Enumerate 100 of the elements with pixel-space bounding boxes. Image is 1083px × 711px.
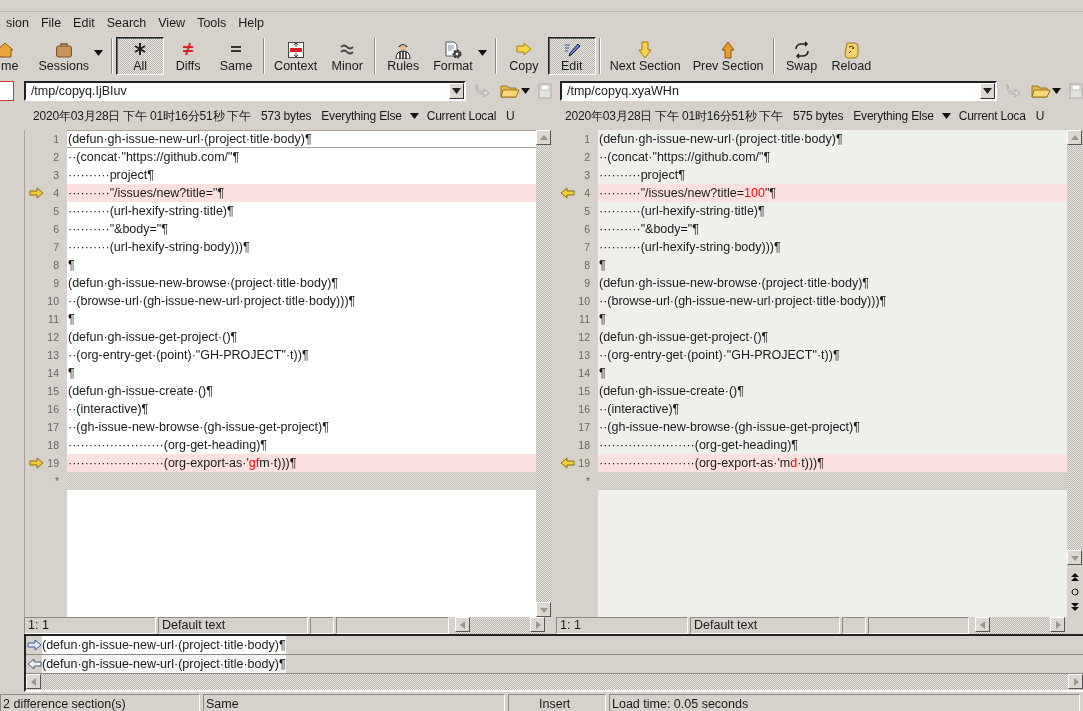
open-folder-button[interactable] bbox=[1031, 83, 1061, 99]
format-dropdown[interactable]: Everything Else bbox=[321, 109, 419, 123]
line-number: 11 bbox=[48, 313, 59, 325]
toolbar-button[interactable]: Next Section bbox=[603, 37, 687, 75]
encoding-label: Current Loca bbox=[958, 109, 1026, 123]
line-number: 1 bbox=[53, 133, 59, 145]
save-icon bbox=[538, 83, 552, 99]
line-number: 12 bbox=[47, 331, 59, 343]
scroll-left-button[interactable] bbox=[975, 617, 990, 632]
text-type-label: Default text bbox=[690, 617, 840, 634]
format-dropdown[interactable]: Everything Else bbox=[853, 109, 951, 123]
circle-icon bbox=[1071, 588, 1079, 596]
folder-icon bbox=[500, 83, 520, 99]
menu-item[interactable]: Search bbox=[100, 13, 153, 33]
toolbar-button[interactable]: Rules bbox=[379, 37, 428, 75]
date-label: 2020年03月28日 下午 01时16分51秒 下午 bbox=[33, 107, 252, 125]
toolbar-button[interactable]: All bbox=[116, 37, 165, 75]
scroll-up-button[interactable] bbox=[1067, 130, 1082, 145]
toolbar-button[interactable]: Same bbox=[212, 37, 261, 75]
left-arrow-icon bbox=[26, 658, 42, 670]
horizontal-scrollbar[interactable] bbox=[975, 617, 1065, 634]
status-cell bbox=[842, 617, 866, 634]
caret-icon bbox=[94, 50, 104, 56]
line-number: 2 bbox=[584, 151, 590, 163]
toolbar-button[interactable]: Prev Section bbox=[686, 37, 770, 75]
menu-item[interactable]: Tools bbox=[191, 13, 233, 33]
menu-item[interactable]: File bbox=[34, 13, 68, 33]
toolbar-button[interactable]: Sessions bbox=[32, 37, 109, 75]
menu-item[interactable]: View bbox=[152, 13, 192, 33]
toolbar-button[interactable]: Minor bbox=[323, 37, 372, 75]
line-number: 7 bbox=[53, 241, 59, 253]
horizontal-scrollbar[interactable] bbox=[455, 617, 545, 634]
path-combo-box[interactable]: /tmp/copyq.IjBIuv bbox=[23, 81, 466, 101]
toolbar-button[interactable]: Reload bbox=[825, 37, 878, 75]
redo-arrow-icon bbox=[474, 83, 492, 99]
caret-icon bbox=[983, 88, 992, 94]
toolbar-button[interactable]: me bbox=[0, 37, 25, 75]
redo-arrow-icon bbox=[1005, 83, 1023, 99]
line-number: 15 bbox=[47, 385, 59, 397]
line-number: 6 bbox=[53, 223, 59, 235]
house-icon bbox=[0, 41, 15, 59]
person-icon bbox=[394, 41, 413, 59]
scroll-right-button[interactable] bbox=[1050, 617, 1065, 632]
right-arrow-icon bbox=[29, 187, 44, 199]
save-icon bbox=[1069, 83, 1083, 99]
dropdown-button[interactable] bbox=[449, 83, 464, 99]
info-label: U bbox=[1035, 109, 1045, 123]
scroll-left-button[interactable] bbox=[455, 617, 470, 632]
toolbar-button[interactable]: Copy bbox=[499, 37, 548, 75]
scroll-right-button[interactable] bbox=[530, 617, 545, 632]
briefcase-icon bbox=[54, 41, 73, 59]
scroll-down-button[interactable] bbox=[1067, 550, 1082, 565]
scroll-left-button[interactable] bbox=[26, 674, 41, 689]
left-arrow-icon bbox=[560, 187, 575, 199]
caret-icon bbox=[477, 50, 487, 56]
scroll-up-button[interactable] bbox=[536, 130, 551, 145]
caret-icon bbox=[521, 88, 530, 94]
vertical-scrollbar[interactable] bbox=[536, 130, 552, 617]
line-number: 3 bbox=[584, 169, 590, 181]
caret-icon bbox=[409, 113, 419, 119]
toolbar-button[interactable]: Format bbox=[427, 37, 492, 75]
toolbar-button[interactable]: Diffs bbox=[164, 37, 213, 75]
line-number: 16 bbox=[47, 403, 59, 415]
line-number: 16 bbox=[578, 403, 590, 415]
dropdown-button[interactable] bbox=[980, 83, 995, 99]
line-number: 9 bbox=[53, 277, 59, 289]
line-number: 18 bbox=[47, 439, 59, 451]
size-label: 573 bytes bbox=[261, 109, 312, 123]
menu-item[interactable]: Edit bbox=[67, 13, 101, 33]
menu-item[interactable]: Help bbox=[232, 13, 271, 33]
line-number: 7 bbox=[584, 241, 590, 253]
up-arrow-icon bbox=[720, 41, 737, 59]
scroll-down-button[interactable] bbox=[536, 602, 551, 617]
scroll-right-button[interactable] bbox=[1068, 674, 1083, 689]
folder-icon bbox=[1031, 83, 1051, 99]
status-text: Insert bbox=[508, 694, 606, 711]
line-number: 4 bbox=[53, 187, 59, 199]
toolbar-button[interactable]: Swap bbox=[777, 37, 826, 75]
toolbar-button[interactable]: Edit bbox=[547, 37, 596, 75]
line-number: 17 bbox=[578, 421, 590, 433]
line-number: 17 bbox=[47, 421, 59, 433]
line-number: 5 bbox=[584, 205, 590, 217]
vertical-scrollbar[interactable] bbox=[1067, 130, 1083, 617]
line-number: 8 bbox=[53, 259, 59, 271]
menu-item[interactable]: sion bbox=[0, 13, 35, 33]
open-folder-button[interactable] bbox=[500, 83, 530, 99]
line-number: 1 bbox=[584, 133, 590, 145]
right-arrow-icon bbox=[515, 41, 532, 57]
line-number: 18 bbox=[578, 439, 590, 451]
line-number: 19 bbox=[578, 457, 590, 469]
line-number: 3 bbox=[53, 169, 59, 181]
cursor-position: 1: 1 bbox=[556, 617, 688, 634]
line-number: 12 bbox=[578, 331, 590, 343]
horizontal-scrollbar[interactable] bbox=[26, 674, 1083, 690]
line-number: 10 bbox=[47, 295, 59, 307]
caret-icon bbox=[941, 113, 951, 119]
line-number: 11 bbox=[579, 313, 590, 325]
line-number: 9 bbox=[584, 277, 590, 289]
path-combo-box[interactable]: /tmp/copyq.xyaWHn bbox=[560, 81, 997, 101]
toolbar-button[interactable]: Context bbox=[268, 37, 324, 75]
